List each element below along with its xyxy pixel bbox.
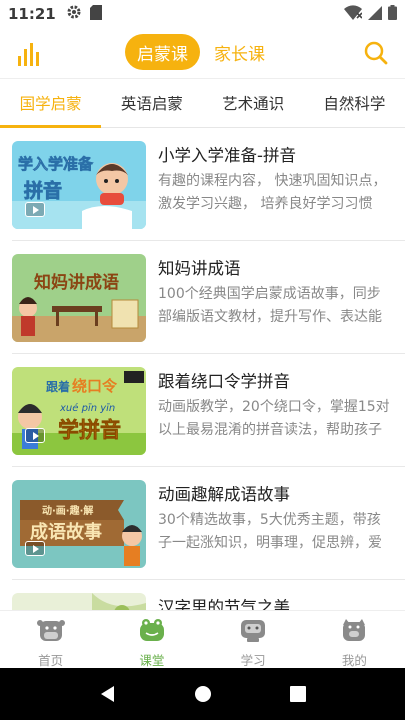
system-nav-bar <box>0 668 405 720</box>
study-robot-icon <box>238 617 268 647</box>
thumb-title-line4: 学拼音 <box>58 418 121 442</box>
status-time: 11:21 <box>8 5 56 23</box>
tab-art[interactable]: 艺术通识 <box>203 79 304 127</box>
course-thumbnail[interactable]: 跟着 绕口令 xué pīn yīn 学拼音 <box>12 367 146 455</box>
course-item[interactable]: 知妈讲成语 知妈讲成语 100个经典国学启蒙成语故事，同步部编版语文教材，提升写… <box>12 241 405 354</box>
nav-label: 学习 <box>240 653 266 668</box>
course-list: 学入学准备 拼音 小学入学准备-拼音 有趣的课程内容， 快速巩固知识点，激发学习… <box>0 128 405 610</box>
course-description: 有趣的课程内容， 快速巩固知识点，激发学习兴趣， 培养良好学习习惯 <box>158 173 387 212</box>
course-description: 100个经典国学启蒙成语故事，同步部编版语文教材，提升写作、表达能力 <box>158 286 382 325</box>
course-title[interactable]: 跟着绕口令学拼音 <box>158 368 398 392</box>
course-thumbnail[interactable]: 动·画·趣·解 成语故事 <box>12 480 146 568</box>
thumb-title-line1: 知妈讲成语 <box>33 272 119 293</box>
wifi-off-icon <box>344 4 363 24</box>
course-thumbnail[interactable] <box>12 593 146 610</box>
tab-english[interactable]: 英语启蒙 <box>101 79 202 127</box>
nav-mine[interactable]: 我的 <box>304 611 405 668</box>
category-tabs: 国学启蒙 英语启蒙 艺术通识 自然科学 <box>0 78 405 128</box>
header: 启蒙课 家长课 <box>0 28 405 78</box>
course-description: 动画版教学，20个绕口令，掌握15对以上最易混淆的拼音读法，帮助孩子 <box>158 399 390 438</box>
nav-label: 首页 <box>38 653 64 668</box>
classroom-frog-icon <box>137 617 167 647</box>
video-play-icon <box>25 541 45 556</box>
signal-icon <box>368 5 382 24</box>
course-title[interactable]: 动画趣解成语故事 <box>158 481 398 505</box>
course-title[interactable]: 小学入学准备-拼音 <box>158 142 398 166</box>
tab-science[interactable]: 自然科学 <box>304 79 405 127</box>
nav-study[interactable]: 学习 <box>203 611 304 668</box>
course-thumbnail[interactable]: 知妈讲成语 <box>12 254 146 342</box>
thumb-title-line2: 绕口令 <box>72 377 118 395</box>
app-screen: 11:21 启蒙课 家长课 国学启蒙 英语启蒙 艺术通识 自然科学 学入学准备 … <box>0 0 405 720</box>
status-bar: 11:21 <box>0 0 405 28</box>
sd-card-icon <box>89 4 102 24</box>
home-cow-icon <box>36 617 66 647</box>
course-title[interactable]: 知妈讲成语 <box>158 255 398 279</box>
course-item[interactable]: 动·画·趣·解 成语故事 动画趣解成语故事 30个精选故事，5大优秀主题，带孩子… <box>12 467 405 580</box>
thumb-title-line2: 拼音 <box>24 179 62 202</box>
battery-icon <box>388 4 397 24</box>
bottom-nav: 首页 课堂 学习 我的 <box>0 610 405 668</box>
nav-label: 我的 <box>341 653 367 668</box>
video-play-icon <box>25 428 45 443</box>
bar-chart-icon[interactable] <box>16 40 42 66</box>
thumb-title-line2: 成语故事 <box>30 521 102 543</box>
course-item[interactable]: 汉字里的节气之美 <box>12 580 405 610</box>
segment-parent-course[interactable]: 家长课 <box>202 34 277 70</box>
course-item[interactable]: 跟着 绕口令 xué pīn yīn 学拼音 跟着绕口令学拼音 动画版教学，20… <box>12 354 405 467</box>
back-icon[interactable] <box>96 682 120 706</box>
thumb-title-line1: 跟着 <box>46 379 70 394</box>
recents-square-icon[interactable] <box>286 682 310 706</box>
course-item[interactable]: 学入学准备 拼音 小学入学准备-拼音 有趣的课程内容， 快速巩固知识点，激发学习… <box>12 128 405 241</box>
course-type-switch: 启蒙课 家长课 <box>125 34 277 70</box>
course-title[interactable]: 汉字里的节气之美 <box>158 594 398 610</box>
course-thumbnail[interactable]: 学入学准备 拼音 <box>12 141 146 229</box>
home-circle-icon[interactable] <box>191 682 215 706</box>
mine-pig-icon <box>339 617 369 647</box>
course-description: 30个精选故事，5大优秀主题，带孩子一起涨知识，明事理，促思辨，爱国学 <box>158 512 382 551</box>
thumb-title-line1: 学入学准备 <box>18 155 94 173</box>
segment-enlightenment-course[interactable]: 启蒙课 <box>125 34 200 70</box>
nav-home[interactable]: 首页 <box>0 611 101 668</box>
thumb-title-line1: 动·画·趣·解 <box>42 504 93 517</box>
video-play-icon <box>25 202 45 217</box>
thumb-title-line3: xué pīn yīn <box>59 402 115 414</box>
nav-classroom[interactable]: 课堂 <box>101 611 202 668</box>
tab-chinese-classics[interactable]: 国学启蒙 <box>0 79 102 128</box>
search-icon[interactable] <box>363 40 389 66</box>
nav-label: 课堂 <box>139 653 165 668</box>
settings-gear-icon <box>66 4 82 24</box>
